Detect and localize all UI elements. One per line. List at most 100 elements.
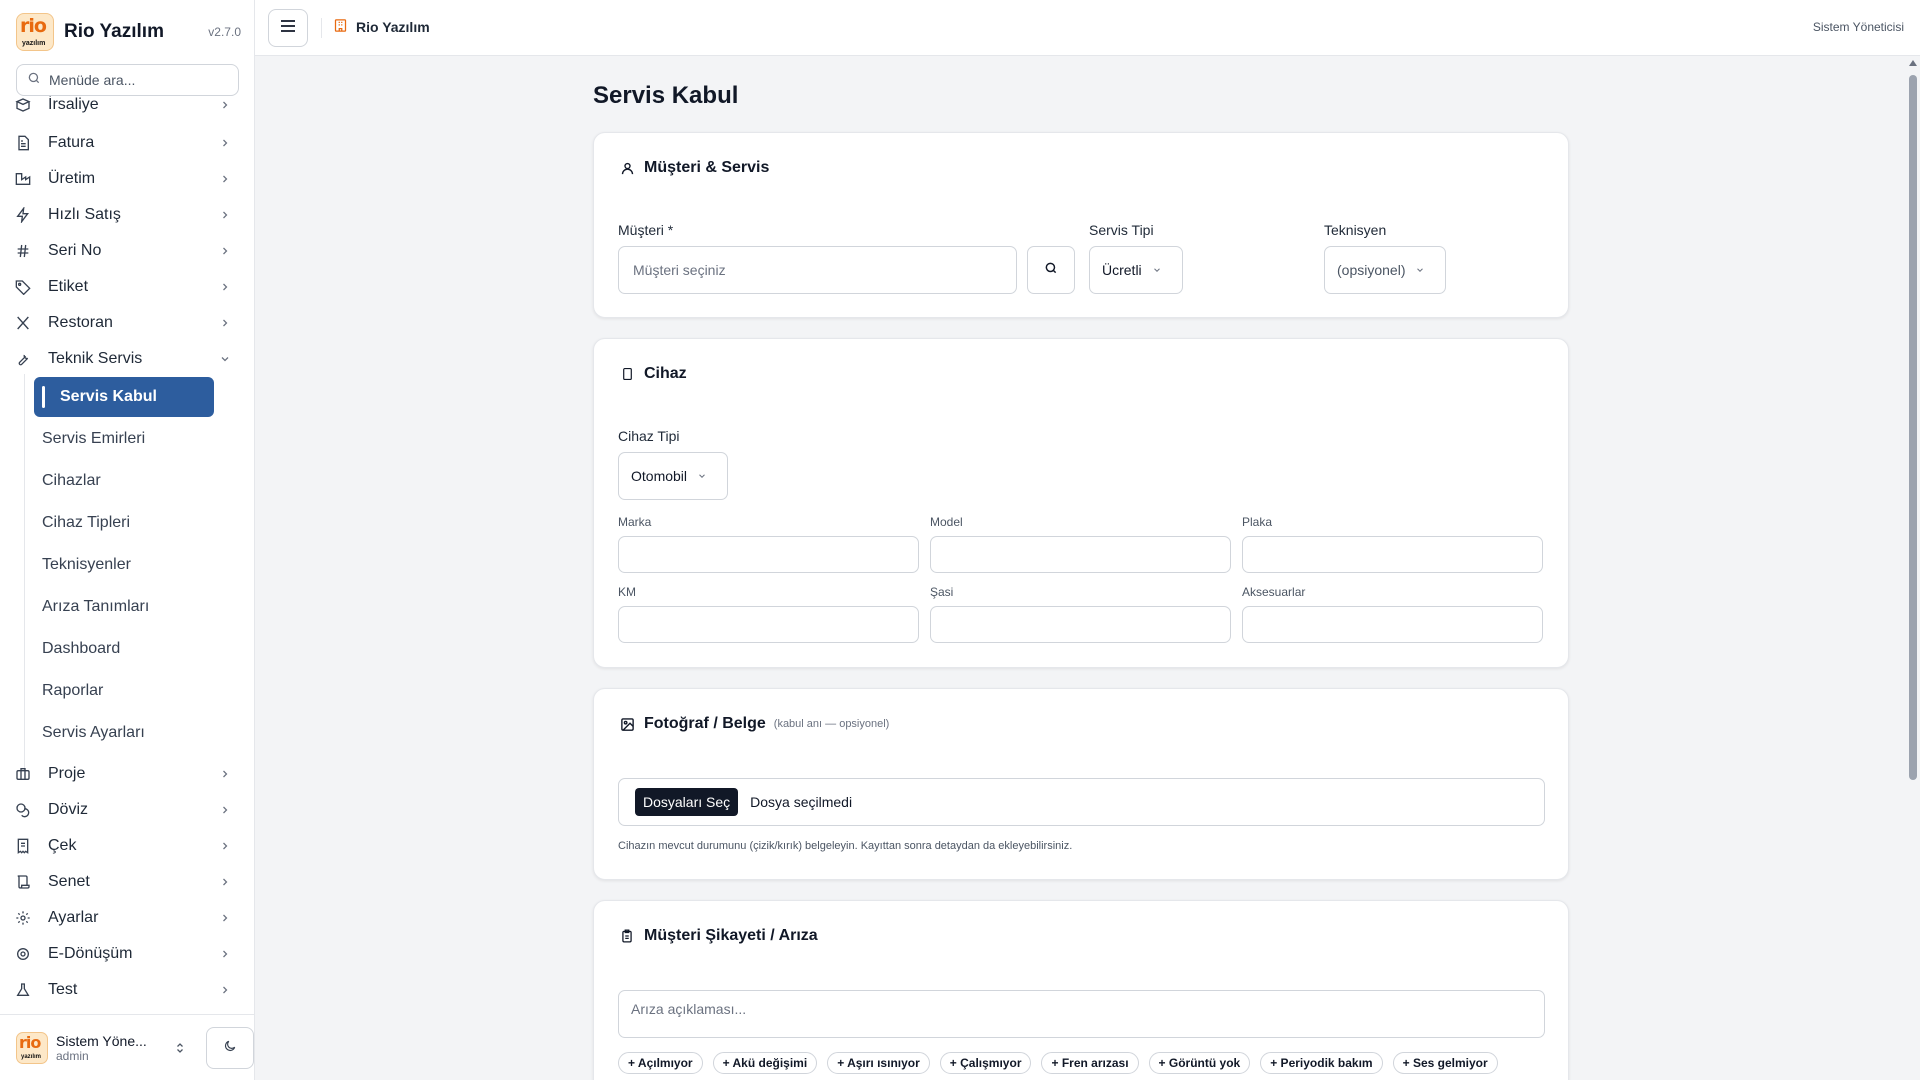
receipt-icon (14, 837, 32, 855)
menu-search[interactable] (16, 64, 239, 96)
sidebar-item-label: Test (48, 981, 78, 998)
user-info[interactable]: Sistem Yöne... admin (56, 1033, 152, 1063)
sub-item-servis-emirleri[interactable]: Servis Emirleri (42, 426, 145, 452)
sidebar-item-cek[interactable]: Çek (14, 831, 232, 861)
model-label: Model (930, 515, 963, 529)
model-field[interactable] (930, 536, 1231, 573)
plaka-field[interactable] (1242, 536, 1543, 573)
card-title: Cihaz (618, 365, 687, 383)
complaint-field[interactable] (618, 990, 1545, 1038)
sidebar: rio yazılım Rio Yazılım v2.7.0 İrsaliye … (0, 0, 255, 1080)
topbar-user[interactable]: Sistem Yöneticisi (1813, 20, 1904, 34)
briefcase-icon (14, 765, 32, 783)
scroll-icon (14, 873, 32, 891)
customer-label: Müşteri * (618, 222, 674, 238)
scroll-up-icon[interactable] (1909, 60, 1917, 66)
device-card: Cihaz Cihaz Tipi Otomobil Marka Model Pl… (593, 338, 1569, 668)
topbar-brand: Rio Yazılım (333, 18, 430, 36)
user-panel: rio yazılım Sistem Yöne... admin (0, 1014, 254, 1080)
complaint-chip[interactable]: + Ses gelmiyor (1392, 1052, 1498, 1074)
topbar-divider (321, 18, 322, 38)
scrollbar-thumb[interactable] (1909, 75, 1917, 780)
sidebar-item-restoran[interactable]: Restoran (14, 308, 232, 338)
sidebar-item-ayarlar[interactable]: Ayarlar (14, 903, 232, 933)
building-icon (333, 18, 348, 36)
chevron-right-icon (218, 244, 232, 258)
sidebar-item-irsaliye[interactable]: İrsaliye (14, 96, 232, 120)
service-type-select[interactable]: Ücretli (1089, 246, 1183, 294)
file-input[interactable]: Dosyaları Seç Dosya seçilmedi (618, 778, 1545, 826)
sub-item-dashboard[interactable]: Dashboard (42, 636, 120, 662)
marka-field[interactable] (618, 536, 919, 573)
hamburger-icon (280, 19, 296, 37)
sidebar-item-uretim[interactable]: Üretim (14, 164, 232, 194)
sidebar-item-seri-no[interactable]: Seri No (14, 236, 232, 266)
sidebar-item-proje[interactable]: Proje (14, 759, 232, 789)
plaka-input[interactable] (1243, 537, 1542, 572)
aksesuar-field[interactable] (1242, 606, 1543, 643)
sub-item-teknisyenler[interactable]: Teknisyenler (42, 552, 131, 578)
user-name: Sistem Yöne... (56, 1032, 147, 1049)
sidebar-item-label: Senet (48, 873, 90, 890)
menu-toggle-button[interactable] (268, 9, 308, 47)
complaint-chip[interactable]: + Periyodik bakım (1260, 1052, 1383, 1074)
complaint-textarea[interactable] (619, 991, 1544, 1037)
sub-item-ariza-tanimlari[interactable]: Arıza Tanımları (42, 594, 149, 620)
factory-icon (14, 170, 32, 188)
brand[interactable]: rio yazılım Rio Yazılım v2.7.0 (16, 12, 241, 52)
complaint-chip[interactable]: + Çalışmıyor (939, 1052, 1032, 1074)
sidebar-item-label: Çek (48, 837, 77, 854)
device-type-select[interactable]: Otomobil (618, 452, 728, 500)
sidebar-item-test[interactable]: Test (14, 975, 232, 1005)
clipboard-icon (618, 927, 636, 945)
sidebar-item-label: Üretim (48, 170, 96, 187)
sidebar-item-label: E-Dönüşüm (48, 945, 133, 962)
wrench-icon (14, 350, 32, 368)
sidebar-item-e-donusum[interactable]: E-Dönüşüm (14, 939, 232, 969)
sidebar-item-etiket[interactable]: Etiket (14, 272, 232, 302)
choose-files-button[interactable]: Dosyaları Seç (635, 788, 739, 816)
phone-icon (618, 365, 636, 383)
sub-item-cihazlar[interactable]: Cihazlar (42, 468, 101, 494)
complaint-chip[interactable]: + Akü değişimi (712, 1052, 818, 1074)
avatar: rio yazılım (16, 1031, 48, 1064)
sub-item-servis-kabul[interactable]: Servis Kabul (34, 377, 214, 417)
utensils-icon (14, 314, 32, 332)
device-type-label: Cihaz Tipi (618, 428, 680, 444)
sidebar-item-hizli-satis[interactable]: Hızlı Satış (14, 200, 232, 230)
aksesuar-input[interactable] (1243, 607, 1542, 642)
model-input[interactable] (931, 537, 1230, 572)
km-field[interactable] (618, 606, 919, 643)
technician-select[interactable]: (opsiyonel) (1324, 246, 1446, 294)
sasi-label: Şasi (930, 585, 954, 599)
sub-item-raporlar[interactable]: Raporlar (42, 678, 103, 704)
chevrons-up-down-icon[interactable] (170, 1038, 190, 1058)
theme-toggle-button[interactable] (206, 1026, 254, 1069)
sasi-input[interactable] (931, 607, 1230, 642)
plaka-label: Plaka (1242, 515, 1273, 529)
sub-item-servis-ayarlari[interactable]: Servis Ayarları (42, 720, 145, 746)
customer-input[interactable] (619, 247, 1016, 293)
sidebar-item-doviz[interactable]: Döviz (14, 795, 232, 825)
hash-icon (14, 242, 32, 260)
km-input[interactable] (619, 607, 918, 642)
complaint-chip[interactable]: + Açılmıyor (618, 1052, 703, 1074)
search-icon (1044, 261, 1058, 279)
topbar: Rio Yazılım Sistem Yöneticisi (255, 0, 1920, 56)
complaint-chip[interactable]: + Görüntü yok (1148, 1052, 1251, 1074)
customer-service-card: Müşteri & Servis Müşteri * Servis Tipi Ü… (593, 132, 1569, 318)
customer-field[interactable] (618, 246, 1017, 294)
logo-text: rio (19, 1032, 41, 1052)
marka-input[interactable] (619, 537, 918, 572)
sub-item-cihaz-tipleri[interactable]: Cihaz Tipleri (42, 510, 130, 536)
sidebar-item-teknik-servis[interactable]: Teknik Servis (14, 344, 232, 374)
sasi-field[interactable] (930, 606, 1231, 643)
complaint-chip[interactable]: + Fren arızası (1041, 1052, 1139, 1074)
sidebar-item-senet[interactable]: Senet (14, 867, 232, 897)
menu-search-input[interactable] (49, 72, 219, 88)
complaint-chip[interactable]: + Aşırı ısınıyor (827, 1052, 930, 1074)
sidebar-item-label: Seri No (48, 242, 102, 259)
sidebar-item-label: Ayarlar (48, 909, 99, 926)
sidebar-item-fatura[interactable]: Fatura (14, 128, 232, 158)
customer-search-button[interactable] (1027, 246, 1075, 294)
